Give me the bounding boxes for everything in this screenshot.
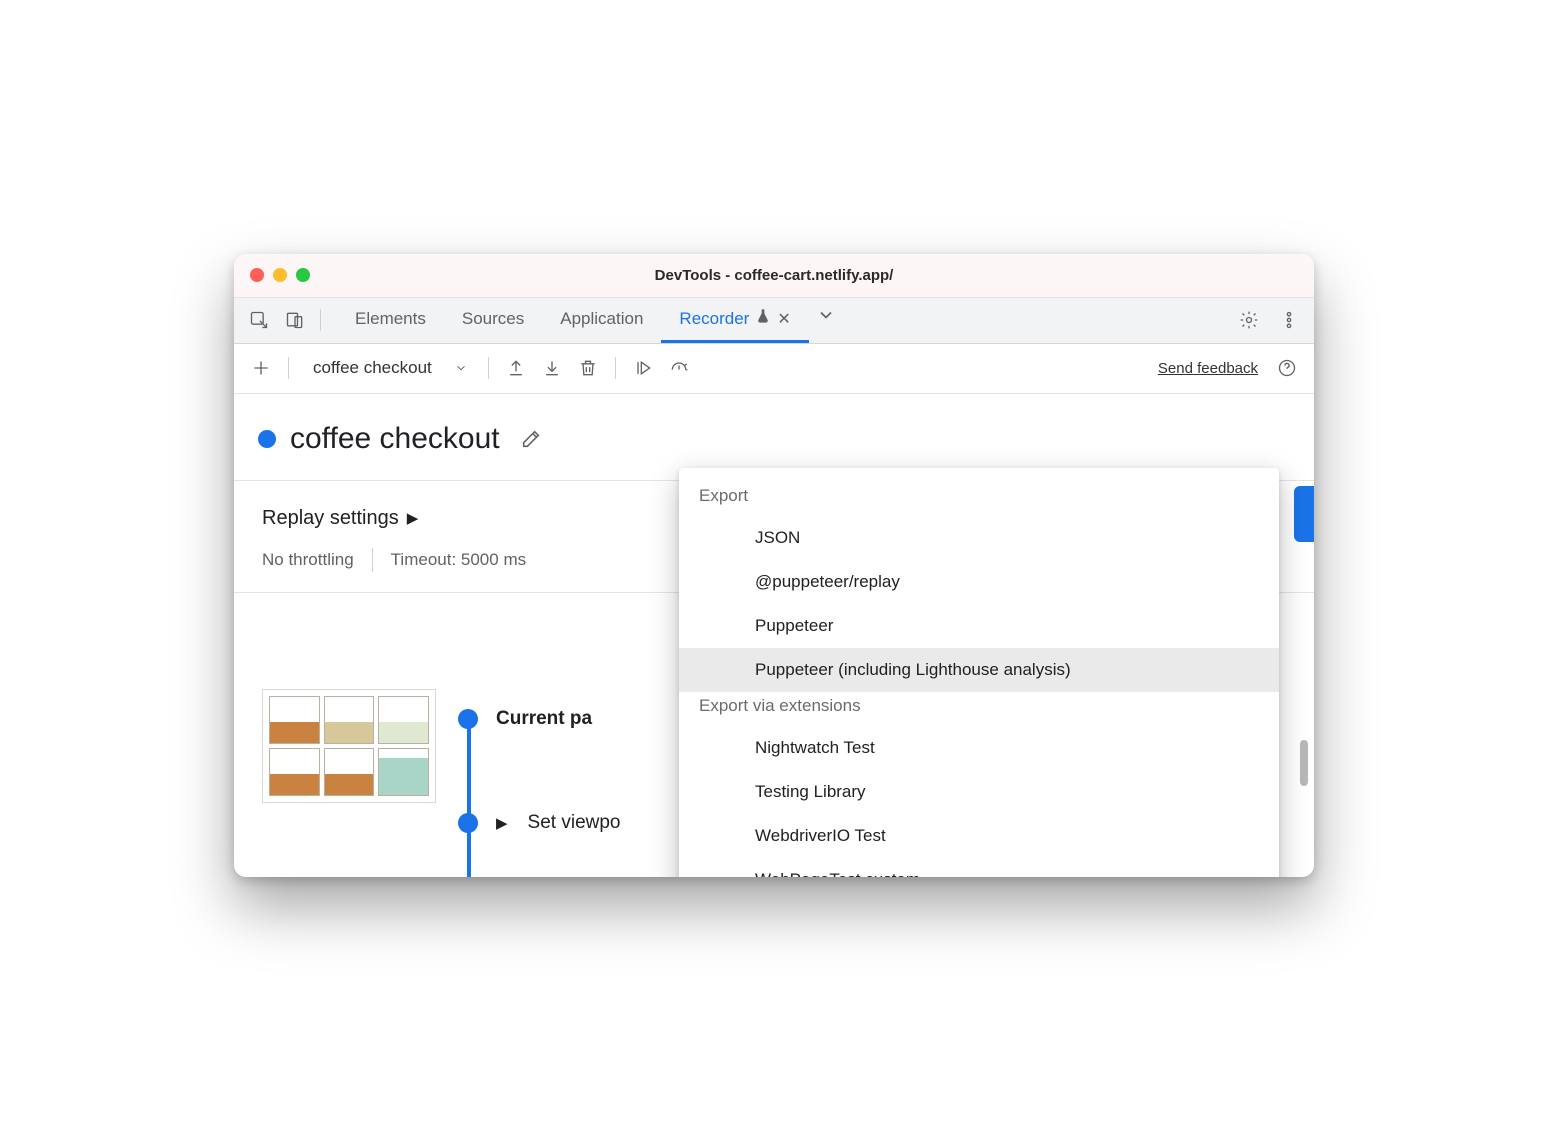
recording-status-dot-icon — [258, 430, 276, 448]
replay-settings-label: Replay settings — [262, 507, 399, 530]
separator — [288, 357, 289, 379]
scrollbar-thumb[interactable] — [1300, 740, 1308, 786]
traffic-lights — [250, 268, 310, 282]
edit-title-button[interactable] — [514, 422, 548, 456]
tab-application[interactable]: Application — [542, 298, 661, 343]
close-tab-icon[interactable]: ✕ — [777, 309, 790, 329]
export-section-title: Export — [679, 482, 1279, 516]
zoom-window-button[interactable] — [296, 268, 310, 282]
separator — [320, 309, 321, 331]
timeout-value[interactable]: Timeout: 5000 ms — [391, 550, 526, 570]
tab-label: Recorder — [679, 309, 749, 329]
panel-tabs: Elements Sources Application Recorder ✕ — [337, 298, 1224, 343]
export-webpagetest[interactable]: WebPageTest custom — [679, 858, 1279, 877]
devtools-window: DevTools - coffee-cart.netlify.app/ Elem… — [234, 254, 1314, 877]
recording-selector-label[interactable]: coffee checkout — [299, 358, 440, 378]
export-button[interactable] — [499, 351, 533, 385]
export-puppeteer-lighthouse[interactable]: Puppeteer (including Lighthouse analysis… — [679, 648, 1279, 692]
slow-replay-button[interactable] — [662, 351, 696, 385]
delete-button[interactable] — [571, 351, 605, 385]
tab-recorder[interactable]: Recorder ✕ — [661, 298, 808, 343]
tab-label: Application — [560, 309, 643, 329]
export-extensions-section-title: Export via extensions — [679, 692, 1279, 726]
step-dot-icon — [458, 709, 478, 729]
more-menu-icon[interactable] — [1272, 303, 1306, 337]
experiment-icon — [755, 308, 771, 329]
titlebar: DevTools - coffee-cart.netlify.app/ — [234, 254, 1314, 298]
tab-label: Sources — [462, 309, 524, 329]
export-testing-library[interactable]: Testing Library — [679, 770, 1279, 814]
window-title: DevTools - coffee-cart.netlify.app/ — [234, 267, 1314, 284]
tab-label: Elements — [355, 309, 426, 329]
panel-tabbar: Elements Sources Application Recorder ✕ — [234, 298, 1314, 344]
export-json[interactable]: JSON — [679, 516, 1279, 560]
step-label: Set viewpo — [528, 812, 621, 834]
inspect-element-icon[interactable] — [242, 303, 276, 337]
help-icon[interactable] — [1270, 351, 1304, 385]
step-dot-icon — [458, 813, 478, 833]
throttling-value[interactable]: No throttling — [262, 550, 354, 570]
new-recording-button[interactable] — [244, 351, 278, 385]
step-play-button[interactable] — [626, 351, 660, 385]
export-menu: Export JSON @puppeteer/replay Puppeteer … — [679, 468, 1279, 877]
close-window-button[interactable] — [250, 268, 264, 282]
send-feedback-link[interactable]: Send feedback — [1158, 360, 1258, 377]
more-tabs-icon[interactable] — [809, 298, 843, 332]
caret-right-icon: ▶ — [496, 814, 508, 832]
caret-right-icon: ▶ — [407, 509, 419, 527]
separator — [615, 357, 616, 379]
step-current-page[interactable]: Current pa — [458, 695, 621, 743]
import-button[interactable] — [535, 351, 569, 385]
tab-elements[interactable]: Elements — [337, 298, 444, 343]
recording-selector-chevron-icon[interactable] — [444, 351, 478, 385]
step-label: Current pa — [496, 708, 592, 730]
tab-sources[interactable]: Sources — [444, 298, 542, 343]
settings-gear-icon[interactable] — [1232, 303, 1266, 337]
separator — [372, 548, 373, 572]
export-webdriverio[interactable]: WebdriverIO Test — [679, 814, 1279, 858]
minimize-window-button[interactable] — [273, 268, 287, 282]
export-puppeteer[interactable]: Puppeteer — [679, 604, 1279, 648]
recorder-toolbar: coffee checkout Send feedback — [234, 344, 1314, 394]
step-set-viewport[interactable]: ▶ Set viewpo — [458, 799, 621, 847]
device-toolbar-icon[interactable] — [278, 303, 312, 337]
recording-title: coffee checkout — [290, 422, 500, 456]
page-thumbnail — [262, 689, 436, 803]
replay-button-peek[interactable] — [1294, 486, 1314, 542]
separator — [488, 357, 489, 379]
export-nightwatch[interactable]: Nightwatch Test — [679, 726, 1279, 770]
export-puppeteer-replay[interactable]: @puppeteer/replay — [679, 560, 1279, 604]
